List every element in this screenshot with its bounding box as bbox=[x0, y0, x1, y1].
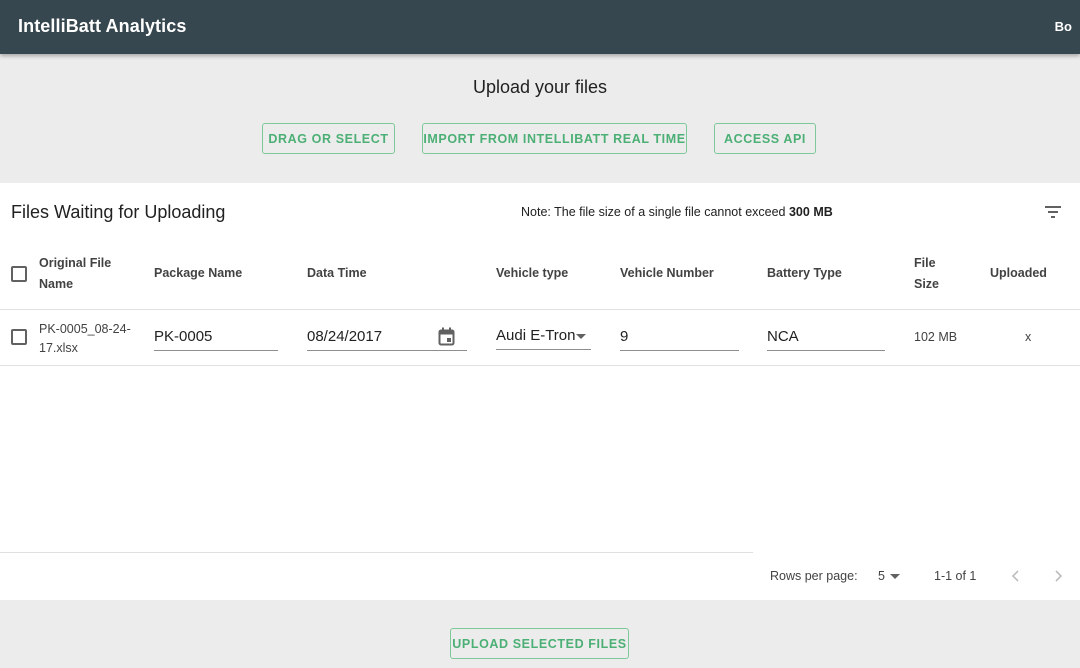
uploaded-status-cell: x bbox=[1025, 330, 1032, 344]
drag-or-select-button[interactable]: DRAG OR SELECT bbox=[262, 123, 395, 154]
column-file-size-line1: File bbox=[914, 256, 936, 270]
vehicle-type-select[interactable]: Audi E-Tron bbox=[496, 325, 591, 350]
app-title: IntelliBatt Analytics bbox=[18, 16, 187, 36]
data-time-field[interactable] bbox=[307, 326, 467, 351]
battery-type-input[interactable] bbox=[767, 328, 885, 345]
vehicle-type-value: Audi E-Tron bbox=[496, 327, 576, 344]
file-name-line1: PK-0005_08-24- bbox=[39, 322, 131, 336]
access-api-button[interactable]: ACCESS API bbox=[714, 123, 816, 154]
files-table-card: Files Waiting for Uploading Note: The fi… bbox=[0, 183, 1080, 600]
note-text: Note: The file size of a single file can… bbox=[521, 205, 789, 219]
column-vehicle-type[interactable]: Vehicle type bbox=[496, 263, 568, 284]
file-size-note: Note: The file size of a single file can… bbox=[521, 205, 833, 219]
note-limit: 300 MB bbox=[788, 205, 833, 219]
battery-type-field[interactable] bbox=[767, 326, 885, 351]
column-battery-type[interactable]: Battery Type bbox=[767, 263, 842, 284]
column-file-size-line2: Size bbox=[914, 277, 940, 291]
app-bar: IntelliBatt Analytics Bo bbox=[0, 0, 1080, 54]
select-all-checkbox[interactable] bbox=[11, 266, 27, 282]
user-name[interactable]: Bo bbox=[1055, 19, 1072, 34]
import-realtime-button[interactable]: IMPORT FROM INTELLIBATT REAL TIME bbox=[422, 123, 687, 154]
footer-divider bbox=[0, 552, 753, 553]
calendar-icon[interactable] bbox=[438, 327, 455, 346]
dropdown-arrow-icon bbox=[890, 574, 900, 579]
upload-selected-files-button[interactable]: UPLOAD SELECTED FILES bbox=[450, 628, 629, 659]
row-divider bbox=[0, 365, 1080, 366]
filter-list-icon[interactable] bbox=[1043, 203, 1063, 221]
rows-per-page-label: Rows per page: bbox=[770, 569, 858, 583]
table-title: Files Waiting for Uploading bbox=[11, 202, 226, 222]
package-name-input[interactable] bbox=[154, 328, 278, 345]
file-name-line2: 17.xlsx bbox=[39, 341, 78, 355]
chevron-left-icon[interactable] bbox=[1008, 568, 1024, 584]
upload-heading: Upload your files bbox=[472, 77, 608, 97]
chevron-right-icon[interactable] bbox=[1050, 568, 1066, 584]
pagination-range: 1-1 of 1 bbox=[934, 569, 977, 583]
column-original-file-name[interactable]: Original File Name bbox=[39, 253, 111, 295]
column-file-size[interactable]: File Size bbox=[914, 253, 939, 295]
file-name-cell: PK-0005_08-24- 17.xlsx bbox=[39, 320, 131, 358]
header-divider bbox=[0, 309, 1080, 310]
rows-per-page-select[interactable]: 5 bbox=[878, 569, 904, 583]
column-vehicle-number[interactable]: Vehicle Number bbox=[620, 263, 714, 284]
rows-per-page-value: 5 bbox=[878, 569, 885, 583]
column-original-file-name-line1: Original File bbox=[39, 256, 112, 270]
vehicle-number-field[interactable] bbox=[620, 326, 739, 351]
column-original-file-name-line2: Name bbox=[39, 277, 74, 291]
column-uploaded[interactable]: Uploaded bbox=[990, 263, 1047, 284]
file-size-cell: 102 MB bbox=[914, 330, 958, 344]
column-data-time[interactable]: Data Time bbox=[307, 263, 367, 284]
data-time-input[interactable] bbox=[307, 328, 432, 345]
row-checkbox[interactable] bbox=[11, 329, 27, 345]
package-name-field[interactable] bbox=[154, 326, 278, 351]
column-package-name[interactable]: Package Name bbox=[154, 263, 242, 284]
vehicle-number-input[interactable] bbox=[620, 328, 739, 345]
dropdown-arrow-icon bbox=[576, 334, 586, 339]
